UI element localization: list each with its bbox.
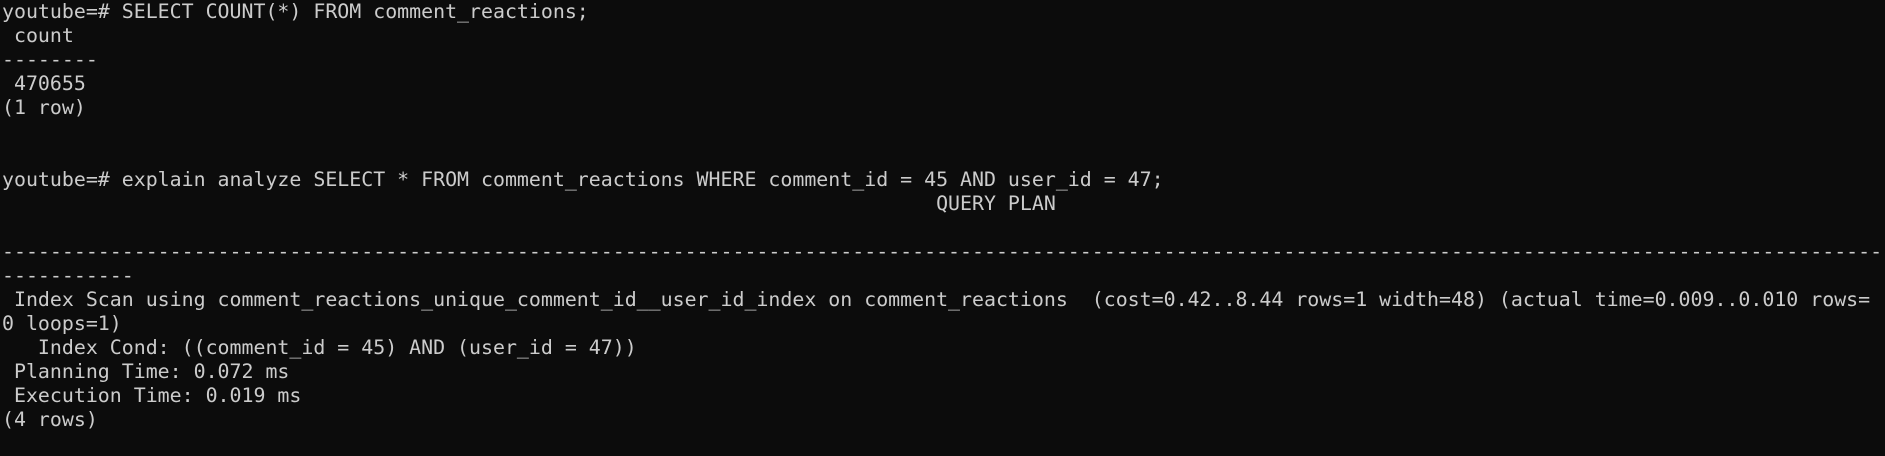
plan-index-cond: Index Cond: ((comment_id = 45) AND (user… bbox=[2, 336, 637, 359]
result-row-count: (1 row) bbox=[2, 96, 86, 119]
result-separator: -------- bbox=[2, 48, 98, 71]
result-value: 470655 bbox=[2, 72, 86, 95]
plan-index-scan: Index Scan using comment_reactions_uniqu… bbox=[2, 288, 1871, 311]
query-plan-separator: ----------------------------------------… bbox=[2, 240, 1885, 263]
plan-index-scan-wrap: 0 loops=1) bbox=[2, 312, 122, 335]
query-plan-separator-wrap: ----------- bbox=[2, 264, 134, 287]
prompt-line-select-count: youtube=# SELECT COUNT(*) FROM comment_r… bbox=[2, 0, 589, 23]
terminal-window[interactable]: youtube=# SELECT COUNT(*) FROM comment_r… bbox=[0, 0, 1885, 456]
query-plan-header: QUERY PLAN bbox=[2, 192, 1056, 215]
result-column-header: count bbox=[2, 24, 74, 47]
plan-planning-time: Planning Time: 0.072 ms bbox=[2, 360, 290, 383]
plan-execution-time: Execution Time: 0.019 ms bbox=[2, 384, 302, 407]
plan-row-count: (4 rows) bbox=[2, 408, 98, 431]
prompt-line-explain-analyze: youtube=# explain analyze SELECT * FROM … bbox=[2, 168, 1164, 191]
